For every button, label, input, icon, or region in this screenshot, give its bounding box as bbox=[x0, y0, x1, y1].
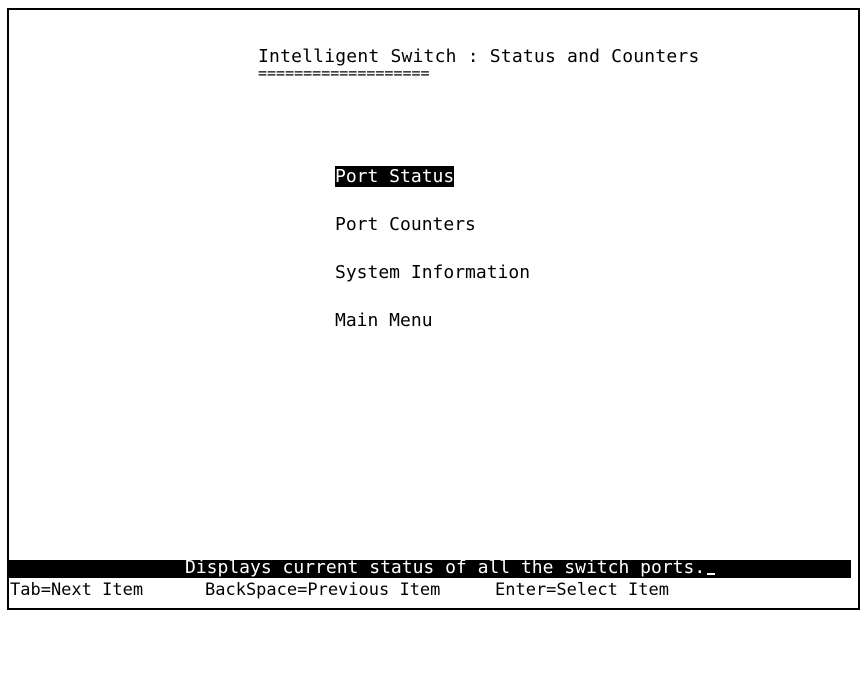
text-cursor bbox=[707, 573, 716, 575]
help-bar: Tab=Next Item BackSpace=Previous Item En… bbox=[10, 578, 850, 602]
status-bar: Displays current status of all the switc… bbox=[9, 557, 851, 579]
menu-item-main-menu[interactable]: Main Menu bbox=[334, 310, 531, 332]
menu-item-system-information[interactable]: System Information bbox=[334, 262, 531, 284]
menu-item-port-counters[interactable]: Port Counters bbox=[334, 214, 531, 236]
menu-item-port-status[interactable]: Port Status bbox=[334, 166, 531, 188]
title-underline: =================== bbox=[258, 64, 430, 82]
help-enter-select-item: Enter=Select Item bbox=[495, 580, 669, 600]
help-tab-next-item: Tab=Next Item bbox=[10, 580, 144, 600]
menu-list: Port Status Port Counters System Informa… bbox=[334, 166, 531, 358]
status-message: Displays current status of all the switc… bbox=[185, 557, 716, 579]
help-backspace-previous-item: BackSpace=Previous Item bbox=[205, 580, 441, 600]
